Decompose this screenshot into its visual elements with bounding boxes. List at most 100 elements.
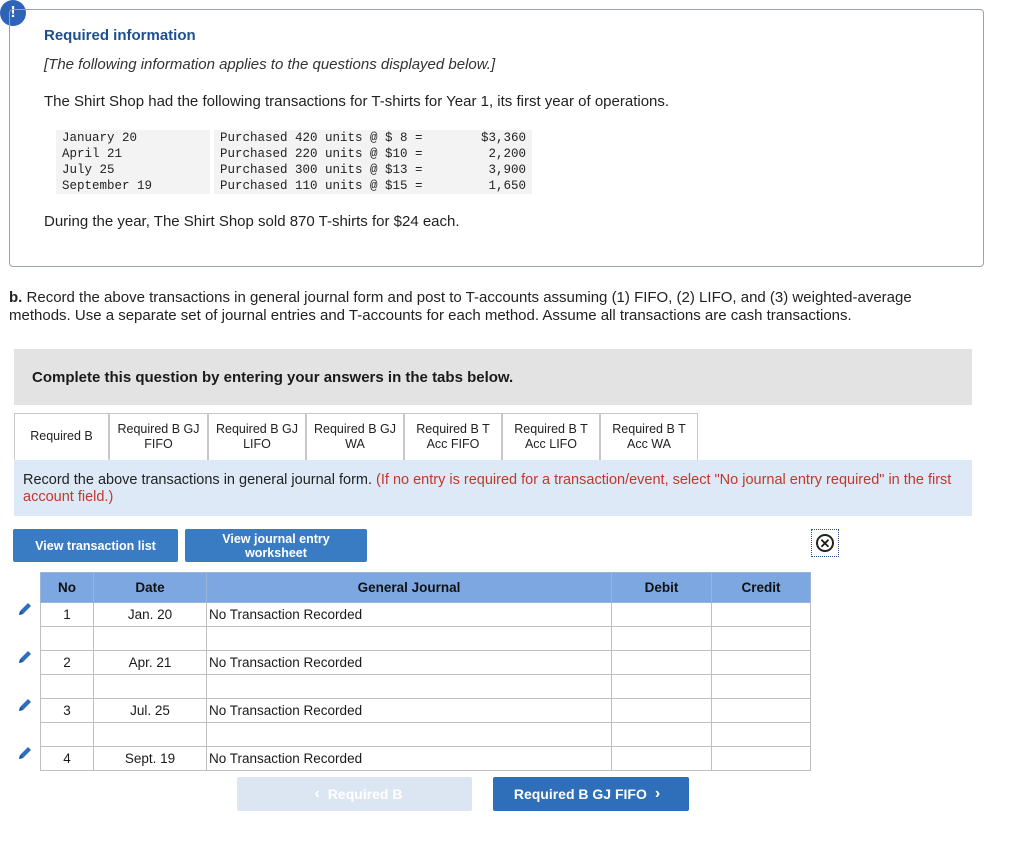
tab-required-b-t-acc-fifo[interactable]: Required B T Acc FIFO <box>404 413 502 460</box>
col-credit: Credit <box>711 572 811 603</box>
purchase-desc: Purchased 420 units @ $ 8 = <box>214 130 462 146</box>
purchase-date: September 19 <box>56 178 210 194</box>
entry-credit[interactable] <box>711 674 811 699</box>
prev-tab-button[interactable]: ‹ Required B <box>237 777 472 811</box>
entry-date <box>93 722 207 747</box>
entry-debit[interactable] <box>611 650 712 675</box>
purchase-row: September 19 Purchased 110 units @ $15 =… <box>56 178 532 194</box>
entry-no: 1 <box>40 602 94 627</box>
entry-account[interactable] <box>206 722 612 747</box>
table-row[interactable] <box>40 674 811 699</box>
entry-no: 3 <box>40 698 94 723</box>
entry-debit[interactable] <box>611 674 712 699</box>
tab-sublabel: LIFO <box>243 437 271 451</box>
purchase-row: July 25 Purchased 300 units @ $13 = 3,90… <box>56 162 532 178</box>
tab-label: Required B T <box>514 422 588 436</box>
purchase-date: January 20 <box>56 130 210 146</box>
entry-debit[interactable] <box>611 722 712 747</box>
tab-required-b-gj-fifo[interactable]: Required B GJ FIFO <box>109 413 208 460</box>
entry-credit[interactable] <box>711 650 811 675</box>
tab-sublabel: WA <box>345 437 365 451</box>
entry-account[interactable] <box>206 674 612 699</box>
entry-credit[interactable] <box>711 722 811 747</box>
complete-banner: Complete this question by entering your … <box>14 349 972 405</box>
entry-date: Apr. 21 <box>93 650 207 675</box>
entry-account[interactable]: No Transaction Recorded <box>206 650 612 675</box>
entry-debit[interactable] <box>611 602 712 627</box>
purchase-amount: $3,360 <box>462 130 532 146</box>
tab-label: Required B T <box>612 422 686 436</box>
instruction-main: Record the above transactions in general… <box>23 472 372 488</box>
purchase-desc: Purchased 300 units @ $13 = <box>214 162 462 178</box>
entry-date: Sept. 19 <box>93 746 207 771</box>
prev-tab-label: Required B <box>327 786 403 802</box>
table-row[interactable] <box>40 722 811 747</box>
table-row[interactable] <box>40 626 811 651</box>
clear-all-button[interactable]: ✕ <box>811 529 839 557</box>
tab-required-b-t-acc-lifo[interactable]: Required B T Acc LIFO <box>502 413 600 460</box>
purchase-table: January 20 Purchased 420 units @ $ 8 = $… <box>56 130 532 194</box>
tab-required-b-t-acc-wa[interactable]: Required B T Acc WA <box>600 413 698 460</box>
view-journal-entry-worksheet-button[interactable]: View journal entry worksheet <box>185 529 367 562</box>
tab-label: Required B GJ <box>117 422 200 436</box>
purchase-row: January 20 Purchased 420 units @ $ 8 = $… <box>56 130 532 146</box>
tab-bar: Required B Required B GJ FIFO Required B … <box>14 413 698 460</box>
entry-credit[interactable] <box>711 602 811 627</box>
table-row[interactable]: 3 Jul. 25 No Transaction Recorded <box>40 698 811 723</box>
entry-no: 2 <box>40 650 94 675</box>
entry-account[interactable]: No Transaction Recorded <box>206 746 612 771</box>
question-label: b. <box>9 289 23 306</box>
entry-debit[interactable] <box>611 626 712 651</box>
info-sold: During the year, The Shirt Shop sold 870… <box>44 213 460 230</box>
entry-no <box>40 674 94 699</box>
chevron-right-icon: › <box>654 785 661 802</box>
tab-label: Required B GJ <box>216 422 298 436</box>
tab-sublabel: Acc FIFO <box>426 437 480 451</box>
info-title: Required information <box>44 27 196 44</box>
entry-account[interactable]: No Transaction Recorded <box>206 602 612 627</box>
purchase-date: July 25 <box>56 162 210 178</box>
question-body: Record the above transactions in general… <box>9 289 912 324</box>
chevron-left-icon: ‹ <box>314 785 320 802</box>
tab-required-b-gj-wa[interactable]: Required B GJ WA <box>306 413 404 460</box>
tab-required-b[interactable]: Required B <box>14 413 109 460</box>
next-tab-button[interactable]: Required B GJ FIFO › <box>493 777 689 811</box>
entry-no: 4 <box>40 746 94 771</box>
entry-credit[interactable] <box>711 698 811 723</box>
entry-no <box>40 722 94 747</box>
info-intro: The Shirt Shop had the following transac… <box>44 93 670 110</box>
purchase-amount: 1,650 <box>462 178 532 194</box>
purchase-desc: Purchased 220 units @ $10 = <box>214 146 462 162</box>
pencil-icon[interactable] <box>17 649 33 665</box>
entry-account[interactable] <box>206 626 612 651</box>
tab-required-b-gj-lifo[interactable]: Required B GJ LIFO <box>208 413 306 460</box>
entry-credit[interactable] <box>711 746 811 771</box>
purchase-amount: 2,200 <box>462 146 532 162</box>
entry-account[interactable]: No Transaction Recorded <box>206 698 612 723</box>
tab-label: Required B <box>30 429 93 443</box>
table-row[interactable]: 1 Jan. 20 No Transaction Recorded <box>40 602 811 627</box>
tab-sublabel: Acc WA <box>627 437 671 451</box>
close-icon: ✕ <box>816 534 834 552</box>
pencil-icon[interactable] <box>17 601 33 617</box>
table-row[interactable]: 2 Apr. 21 No Transaction Recorded <box>40 650 811 675</box>
general-journal-table: No Date General Journal Debit Credit 1 J… <box>40 572 811 771</box>
pencil-icon[interactable] <box>17 745 33 761</box>
entry-date: Jul. 25 <box>93 698 207 723</box>
entry-debit[interactable] <box>611 698 712 723</box>
purchase-amount: 3,900 <box>462 162 532 178</box>
question-text: b. Record the above transactions in gene… <box>9 289 969 325</box>
table-row[interactable]: 4 Sept. 19 No Transaction Recorded <box>40 746 811 771</box>
col-no: No <box>40 572 94 603</box>
tab-label: Required B GJ <box>314 422 396 436</box>
view-transaction-list-button[interactable]: View transaction list <box>13 529 178 562</box>
entry-debit[interactable] <box>611 746 712 771</box>
col-general-journal: General Journal <box>206 572 612 603</box>
purchase-date: April 21 <box>56 146 210 162</box>
info-subtitle: [The following information applies to th… <box>44 56 496 73</box>
purchase-desc: Purchased 110 units @ $15 = <box>214 178 462 194</box>
purchase-row: April 21 Purchased 220 units @ $10 = 2,2… <box>56 146 532 162</box>
pencil-icon[interactable] <box>17 697 33 713</box>
col-debit: Debit <box>611 572 712 603</box>
entry-credit[interactable] <box>711 626 811 651</box>
